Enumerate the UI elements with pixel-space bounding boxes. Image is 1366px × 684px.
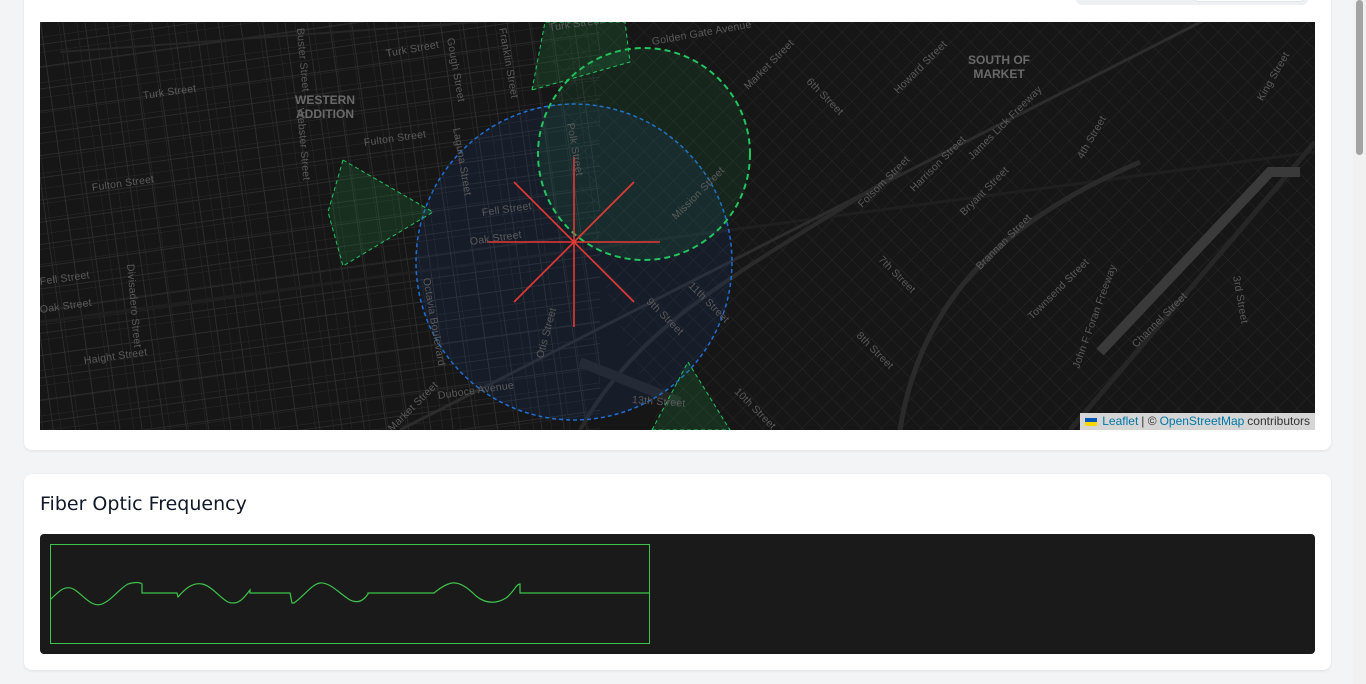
map-view[interactable]: WESTERN ADDITION SOUTH OF MARKET Turk Stre… bbox=[40, 22, 1315, 430]
fiber-title: Fiber Optic Frequency bbox=[40, 493, 247, 515]
attribution-separator: | © bbox=[1141, 414, 1157, 428]
waveform-display bbox=[50, 544, 650, 644]
ukraine-flag-icon bbox=[1085, 417, 1098, 426]
scrollbar-thumb[interactable] bbox=[1356, 0, 1363, 155]
map-top-control[interactable] bbox=[1076, 0, 1308, 5]
map-card: WESTERN ADDITION SOUTH OF MARKET Turk Stre… bbox=[24, 0, 1331, 450]
attribution-suffix: contributors bbox=[1247, 414, 1310, 428]
leaflet-link[interactable]: Leaflet bbox=[1102, 413, 1138, 430]
district-label: SOUTH OF MARKET bbox=[968, 53, 1030, 81]
waveform-trace bbox=[50, 581, 650, 606]
map-control-button[interactable] bbox=[1194, 0, 1304, 2]
fiber-waveform-panel bbox=[40, 534, 1315, 654]
waveform-frame bbox=[50, 544, 650, 644]
map-attribution: Leaflet | © OpenStreetMap contributors bbox=[1080, 413, 1315, 430]
page-scrollbar[interactable] bbox=[1353, 0, 1366, 684]
map-canvas[interactable] bbox=[40, 22, 1315, 430]
fiber-optic-card: Fiber Optic Frequency bbox=[24, 474, 1331, 670]
openstreetmap-link[interactable]: OpenStreetMap bbox=[1160, 413, 1245, 430]
